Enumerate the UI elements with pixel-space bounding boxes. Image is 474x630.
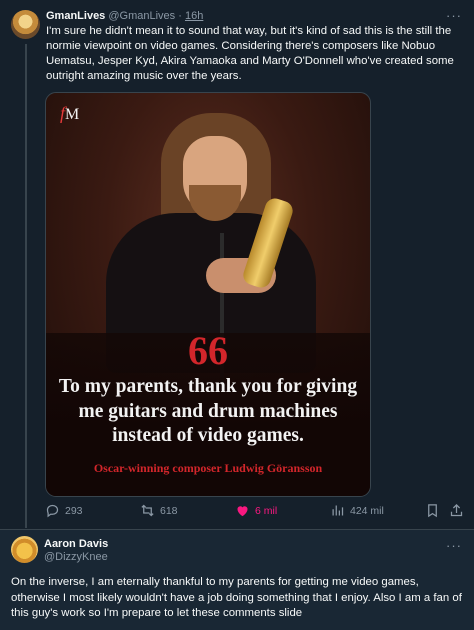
author-handle[interactable]: @GmanLives (108, 10, 175, 22)
reply-author-name[interactable]: Aaron Davis (44, 538, 108, 550)
heart-icon (237, 506, 248, 517)
like-count: 6 mil (255, 504, 278, 517)
share-button[interactable] (449, 503, 464, 518)
bookmark-button[interactable] (425, 503, 440, 518)
tweet-text: I'm sure he didn't mean it to sound that… (46, 25, 454, 82)
views-icon (332, 505, 344, 516)
more-options-icon[interactable]: ··· (446, 8, 462, 23)
share-icon (450, 503, 463, 517)
separator: · (178, 10, 182, 22)
tweet-media-image[interactable]: fM 66 To my parents, thank you for givin… (45, 92, 371, 497)
quote-mark-icon: 66 (188, 328, 228, 373)
quote-text: To my parents, thank you for giving me g… (58, 376, 358, 446)
retweet-count: 618 (160, 504, 178, 517)
timestamp[interactable]: 16h (185, 10, 203, 22)
avatar[interactable] (11, 10, 40, 39)
logo-text: M (65, 106, 80, 123)
retweet-button[interactable]: 618 (140, 503, 178, 518)
reply-icon (46, 504, 59, 518)
retweet-icon (141, 504, 154, 517)
views-button[interactable]: 424 mil (330, 503, 384, 518)
quote-caption: Oscar-winning composer Ludwig Göransson (93, 461, 323, 475)
fm-logo: fM (60, 103, 79, 124)
reply-avatar[interactable] (11, 536, 38, 563)
action-bar: 293 618 6 mil 424 mil (45, 503, 465, 521)
tweet-header: GmanLives @GmanLives · 16h (46, 10, 203, 22)
views-count: 424 mil (350, 504, 384, 517)
reply-text: On the inverse, I am eternally thankful … (11, 576, 462, 619)
like-button[interactable]: 6 mil (235, 503, 277, 518)
reply-more-options-icon[interactable]: ··· (446, 538, 462, 553)
reply-button[interactable]: 293 (45, 503, 83, 518)
author-name[interactable]: GmanLives (46, 10, 105, 22)
reply-author-handle[interactable]: @DizzyKnee (44, 551, 108, 563)
bookmark-icon (428, 504, 437, 518)
reply-count: 293 (65, 504, 83, 517)
thread-line (25, 44, 27, 528)
